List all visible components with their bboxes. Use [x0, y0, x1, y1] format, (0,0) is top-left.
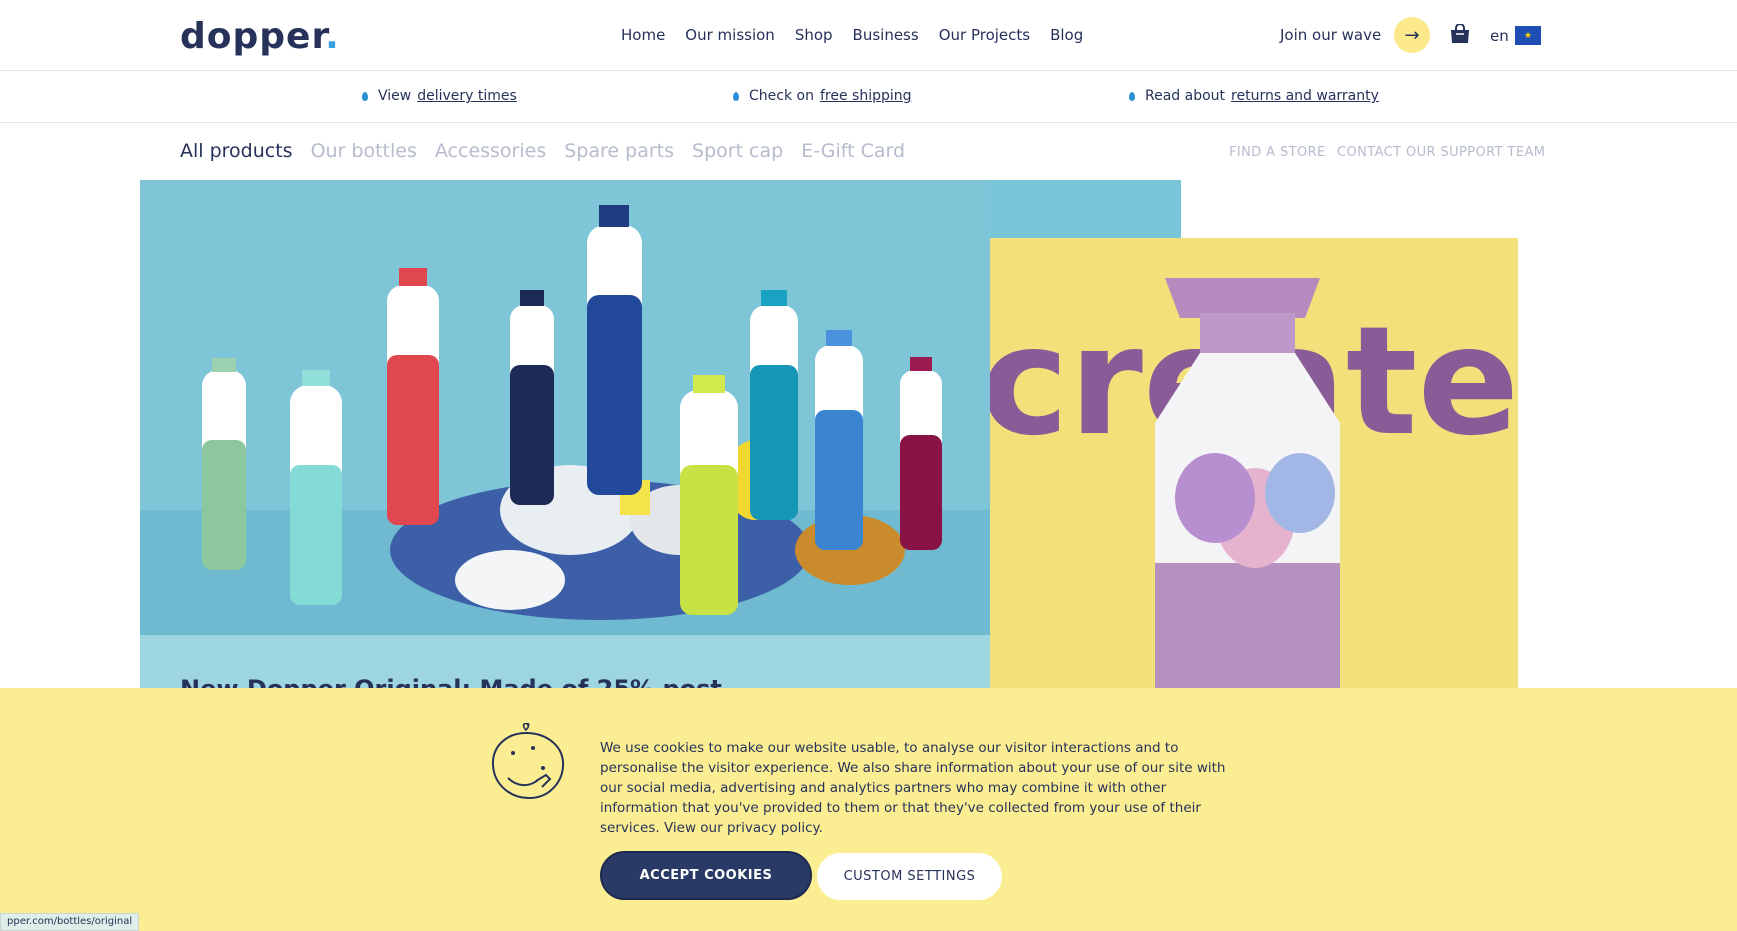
category-tabs: All products Our bottles Accessories Spa…	[180, 140, 905, 162]
info-prefix: View	[378, 88, 412, 104]
logo-text: dopper	[180, 16, 326, 57]
drop-icon	[733, 91, 739, 101]
nav-our-projects[interactable]: Our Projects	[939, 26, 1030, 44]
tab-spare-parts[interactable]: Spare parts	[564, 140, 674, 162]
create-bottle-image: create	[990, 238, 1518, 690]
status-url-bar: pper.com/bottles/original	[0, 913, 140, 931]
nav-shop[interactable]: Shop	[795, 26, 833, 44]
logo-drop-icon: .	[325, 16, 340, 57]
dopper-logo[interactable]: dopper.	[180, 16, 340, 57]
drop-icon	[1129, 91, 1135, 101]
contact-support-link[interactable]: CONTACT OUR SUPPORT TEAM	[1337, 145, 1545, 160]
nav-our-mission[interactable]: Our mission	[685, 26, 775, 44]
tab-accessories[interactable]: Accessories	[435, 140, 546, 162]
free-shipping-link[interactable]: free shipping	[820, 88, 912, 104]
cookie-banner: We use cookies to make our website usabl…	[0, 688, 1737, 931]
cookie-message: We use cookies to make our website usabl…	[600, 740, 1226, 836]
tab-our-bottles[interactable]: Our bottles	[311, 140, 417, 162]
site-header: dopper. Home Our mission Shop Business O…	[0, 0, 1737, 71]
main-nav: Home Our mission Shop Business Our Proje…	[621, 26, 1083, 44]
shopping-bag-icon[interactable]	[1449, 24, 1471, 44]
join-wave-link[interactable]: Join our wave	[1280, 26, 1381, 44]
info-prefix: Check on	[749, 88, 814, 104]
language-selector[interactable]: en	[1490, 27, 1509, 45]
create-promo-image[interactable]: create	[990, 238, 1518, 690]
arrow-right-icon[interactable]: →	[1394, 17, 1430, 53]
nav-blog[interactable]: Blog	[1050, 26, 1083, 44]
tab-all-products[interactable]: All products	[180, 140, 293, 162]
accept-cookies-button[interactable]: ACCEPT COOKIES	[600, 851, 812, 900]
find-store-link[interactable]: FIND A STORE	[1229, 145, 1326, 160]
hero-bottles-image	[140, 180, 990, 635]
info-bar: View delivery times Check on free shippi…	[0, 71, 1737, 123]
custom-settings-button[interactable]: CUSTOM SETTINGS	[817, 853, 1002, 900]
delivery-times-link[interactable]: delivery times	[417, 88, 517, 104]
nav-home[interactable]: Home	[621, 26, 665, 44]
nav-business[interactable]: Business	[853, 26, 919, 44]
info-prefix: Read about	[1145, 88, 1226, 104]
tab-e-gift-card[interactable]: E-Gift Card	[801, 140, 905, 162]
drop-icon	[362, 91, 368, 101]
cookie-character-icon	[491, 723, 565, 800]
returns-warranty-link[interactable]: returns and warranty	[1231, 88, 1379, 104]
eu-flag-icon[interactable]: ★	[1515, 26, 1541, 45]
info-shipping: Check on free shipping	[733, 88, 912, 104]
tab-sport-cap[interactable]: Sport cap	[692, 140, 783, 162]
info-returns: Read about returns and warranty	[1129, 88, 1379, 104]
info-delivery: View delivery times	[362, 88, 517, 104]
